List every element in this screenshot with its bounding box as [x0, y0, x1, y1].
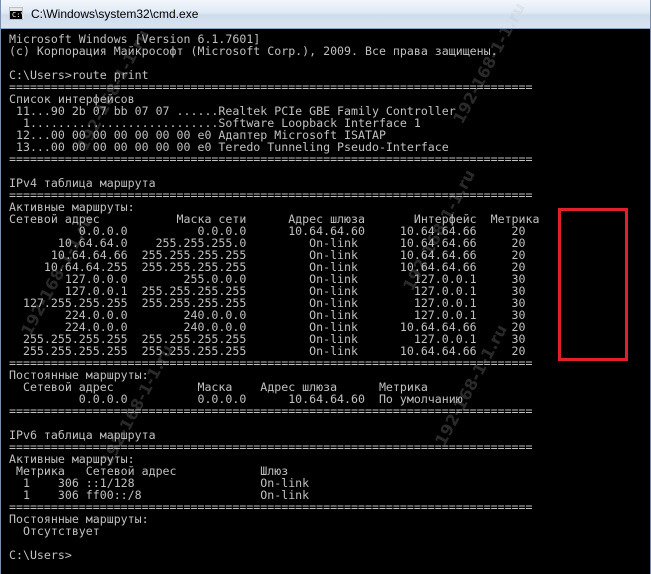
cmd-window: C:\ C:\Windows\system32\cmd.exe Microsof… [0, 0, 651, 574]
cmd-app-icon-label: C:\ [12, 11, 25, 19]
console-line: Постоянные маршруты: [9, 512, 149, 526]
window-title: C:\Windows\system32\cmd.exe [31, 7, 199, 21]
console-line: ========================================… [9, 152, 533, 166]
cmd-app-icon[interactable]: C:\ [9, 7, 25, 20]
console-line: C:\Users> [9, 548, 72, 562]
console-line: Отсутствует [9, 524, 100, 538]
console-line: (c) Корпорация Майкрософт (Microsoft Cor… [9, 44, 498, 58]
console-output[interactable]: Microsoft Windows [Version 6.1.7601] (c)… [9, 33, 644, 570]
console-line: ========================================… [9, 404, 533, 418]
title-bar[interactable]: C:\ C:\Windows\system32\cmd.exe [1, 0, 650, 29]
